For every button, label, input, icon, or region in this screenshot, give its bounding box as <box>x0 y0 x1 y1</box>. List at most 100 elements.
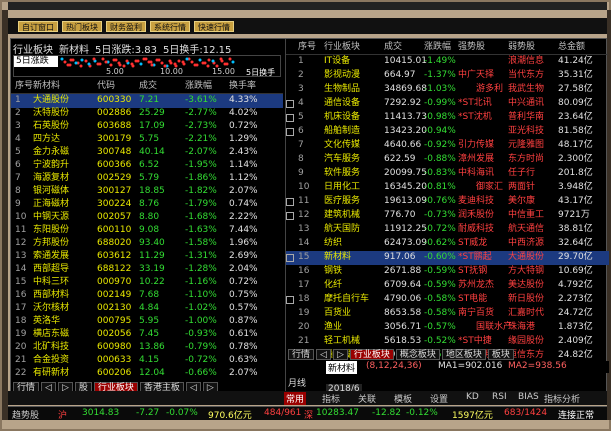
expand-icon[interactable] <box>286 72 294 80</box>
table-row[interactable]: 5 机床设备 11413.73 -0.98% *ST沈机 普利华南 23.64亿 <box>286 111 609 125</box>
table-row[interactable]: 8 汽车服务 622.59 -0.88% 漳州发展 东方时尚 2.300亿 <box>286 153 609 167</box>
expand-icon[interactable] <box>286 156 294 164</box>
right-tab-4[interactable]: 概念板块 <box>395 348 440 360</box>
table-row[interactable]: 6 船舶制造 13423.20 -0.94% 亚光科技 81.58亿 <box>286 125 609 139</box>
expand-icon[interactable] <box>286 240 294 248</box>
table-row[interactable]: 10 中钢天源 002057 8.80 -1.68% 2.22% <box>11 211 283 225</box>
expand-icon[interactable] <box>286 170 294 178</box>
table-row[interactable]: 19 横店东磁 002056 7.45 -0.93% 0.61% <box>11 328 283 342</box>
right-header-4[interactable]: 强势股 <box>458 41 485 55</box>
table-row[interactable]: 10 日用化工 16345.20 -0.81% 御家汇 两面针 3.948亿 <box>286 181 609 195</box>
table-row[interactable]: 14 西部超导 688122 33.19 -1.28% 2.04% <box>11 263 283 277</box>
table-row[interactable]: 15 新材料 917.06 -0.60% *ST鹏起 大通股份 29.70亿 <box>286 251 609 266</box>
table-row[interactable]: 8 银河磁体 300127 18.85 -1.82% 2.07% <box>11 185 283 199</box>
table-row[interactable]: 17 沃尔核材 002130 4.84 -1.02% 0.57% <box>11 302 283 316</box>
table-row[interactable]: 2 沃特股份 002886 25.29 -2.77% 4.02% <box>11 107 283 121</box>
expand-icon[interactable] <box>286 184 294 192</box>
bottom-tab-5[interactable]: KD <box>464 392 481 402</box>
left-cell: -0.79% <box>185 342 217 352</box>
table-row[interactable]: 7 文化传媒 4640.66 -0.92% 引力传媒 元隆雅图 48.17亿 <box>286 139 609 153</box>
expand-icon[interactable] <box>286 114 294 122</box>
table-row[interactable]: 1 IT设备 10415.01 -1.49% 浪潮信息 41.24亿 <box>286 55 609 69</box>
expand-icon[interactable] <box>286 100 294 108</box>
right-tab-1[interactable]: ◁ <box>316 348 331 360</box>
table-row[interactable]: 7 海源复材 002529 5.79 -1.86% 1.12% <box>11 172 283 186</box>
left-header-3[interactable]: 成交 <box>139 80 157 94</box>
bottom-tab-7[interactable]: BIAS <box>516 392 541 402</box>
scatter-window[interactable]: 5日涨跌 5.00 10.00 15.00 5日换手 <box>13 55 281 77</box>
bottom-tab-4[interactable]: 设置 <box>428 392 450 405</box>
toolbar-button-1[interactable]: 热门板块 <box>62 20 102 32</box>
expand-icon[interactable] <box>286 310 294 318</box>
toolbar-button-0[interactable]: 自订窗口 <box>18 20 58 32</box>
expand-icon[interactable] <box>286 128 294 136</box>
table-row[interactable]: 20 北矿科技 600980 13.86 -0.79% 0.78% <box>11 341 283 355</box>
table-row[interactable]: 9 软件服务 20099.75 -0.83% 中科海讯 任子行 201.8亿 <box>286 167 609 181</box>
expand-icon[interactable] <box>286 226 294 234</box>
left-header-0[interactable]: 序号 <box>15 80 33 94</box>
table-row[interactable]: 4 通信设备 7292.92 -0.99% *ST北讯 中兴通讯 80.09亿 <box>286 97 609 111</box>
table-row[interactable]: 4 四方达 300179 5.75 -2.21% 1.29% <box>11 133 283 147</box>
table-row[interactable]: 13 索通发展 603612 11.29 -1.31% 2.69% <box>11 250 283 264</box>
left-header-4[interactable]: 涨跌幅 <box>185 80 212 94</box>
expand-icon[interactable] <box>286 338 294 346</box>
table-row[interactable]: 13 航天国防 11912.25 -0.72% 耐威科技 航天通信 38.81亿 <box>286 223 609 237</box>
right-header-2[interactable]: 成交 <box>384 41 402 55</box>
left-header-1[interactable]: 新材料 <box>33 80 60 94</box>
bottom-tab-3[interactable]: 模板 <box>392 392 414 405</box>
table-row[interactable]: 22 有研新材 600206 12.04 -0.66% 2.07% <box>11 367 283 381</box>
table-row[interactable]: 16 钢铁 2671.88 -0.59% ST抚钢 方大特钢 10.69亿 <box>286 265 609 279</box>
table-row[interactable]: 19 百货业 8653.58 -0.58% 南宁百货 汇嘉时代 24.72亿 <box>286 307 609 321</box>
right-tab-6[interactable]: 板块 <box>487 348 514 360</box>
expand-icon[interactable] <box>286 282 294 290</box>
table-row[interactable]: 14 纺织 62473.09 -0.62% ST威龙 中西济源 32.64亿 <box>286 237 609 251</box>
toolbar-button-4[interactable]: 快速行情 <box>194 20 234 32</box>
right-tab-0[interactable]: 行情 <box>288 348 315 360</box>
right-header-3[interactable]: 涨跌幅 <box>424 41 451 55</box>
right-header-5[interactable]: 弱势股 <box>508 41 535 55</box>
expand-icon[interactable] <box>286 324 294 332</box>
right-header-1[interactable]: 行业板块 <box>324 41 360 55</box>
expand-icon[interactable] <box>286 212 294 220</box>
expand-icon[interactable] <box>286 254 294 262</box>
table-row[interactable]: 16 西部材料 002149 7.68 -1.10% 0.75% <box>11 289 283 303</box>
bottom-tab-6[interactable]: RSI <box>490 392 509 402</box>
right-header-6[interactable]: 总金额 <box>558 41 585 55</box>
right-tab-3[interactable]: 行业板块 <box>349 348 394 360</box>
expand-icon[interactable] <box>286 58 294 66</box>
table-row[interactable]: 1 大通股份 600330 7.21 -3.61% 4.33% <box>11 94 283 108</box>
table-row[interactable]: 17 化纤 6709.64 -0.59% 苏州龙杰 美达股份 4.792亿 <box>286 279 609 293</box>
table-row[interactable]: 21 合金投资 000633 4.15 -0.72% 0.63% <box>11 354 283 368</box>
bottom-tab-8[interactable]: 指标分析 <box>542 392 582 405</box>
left-header-2[interactable]: 代码 <box>97 80 115 94</box>
table-row[interactable]: 6 宁波韵升 600366 6.52 -1.95% 1.14% <box>11 159 283 173</box>
table-row[interactable]: 3 生物制品 34869.68 -1.03% 游多利 我武生物 27.58亿 <box>286 83 609 97</box>
toolbar-button-3[interactable]: 系统行情 <box>150 20 190 32</box>
expand-icon[interactable] <box>286 268 294 276</box>
period-label[interactable]: 月线 <box>288 376 306 389</box>
table-row[interactable]: 9 正海磁材 300224 8.76 -1.79% 0.74% <box>11 198 283 212</box>
left-header-5[interactable]: 换手率 <box>229 80 256 94</box>
table-row[interactable]: 5 金力永磁 300748 40.14 -2.07% 2.43% <box>11 146 283 160</box>
toolbar-button-2[interactable]: 财务盈利 <box>106 20 146 32</box>
table-row[interactable]: 15 中科三环 000970 10.22 -1.16% 0.72% <box>11 276 283 290</box>
bottom-tab-1[interactable]: 指标 <box>320 392 342 405</box>
expand-icon[interactable] <box>286 198 294 206</box>
table-row[interactable]: 11 东阳股份 600110 9.08 -1.63% 7.44% <box>11 224 283 238</box>
table-row[interactable]: 11 医疗服务 19613.09 -0.76% 麦迪科技 美尔康 43.17亿 <box>286 195 609 209</box>
expand-icon[interactable] <box>286 296 294 304</box>
bottom-tab-2[interactable]: 关联 <box>356 392 378 405</box>
expand-icon[interactable] <box>286 86 294 94</box>
table-row[interactable]: 2 影视动漫 664.97 -1.37% 中广天择 当代东方 35.31亿 <box>286 69 609 83</box>
table-row[interactable]: 20 渔业 3056.71 -0.57% 国联水产 珠海港 1.873亿 <box>286 321 609 335</box>
expand-icon[interactable] <box>286 142 294 150</box>
table-row[interactable]: 18 英洛华 000795 5.95 -1.00% 0.87% <box>11 315 283 329</box>
table-row[interactable]: 18 摩托自行车 4790.06 -0.58% ST电能 新日股份 2.273亿 <box>286 293 609 307</box>
right-header-0[interactable]: 序号 <box>298 41 316 55</box>
right-tab-5[interactable]: 地区板块 <box>441 348 486 360</box>
bottom-tab-0[interactable]: 常用 <box>284 392 307 405</box>
table-row[interactable]: 12 建筑机械 776.70 -0.73% 润禾股份 中信重工 9721万 <box>286 209 609 223</box>
right-tab-2[interactable]: ▷ <box>332 348 348 360</box>
table-row[interactable]: 3 石英股份 603688 17.09 -2.73% 0.72% <box>11 120 283 134</box>
table-row[interactable]: 12 方邦股份 688020 93.40 -1.58% 1.96% <box>11 237 283 251</box>
